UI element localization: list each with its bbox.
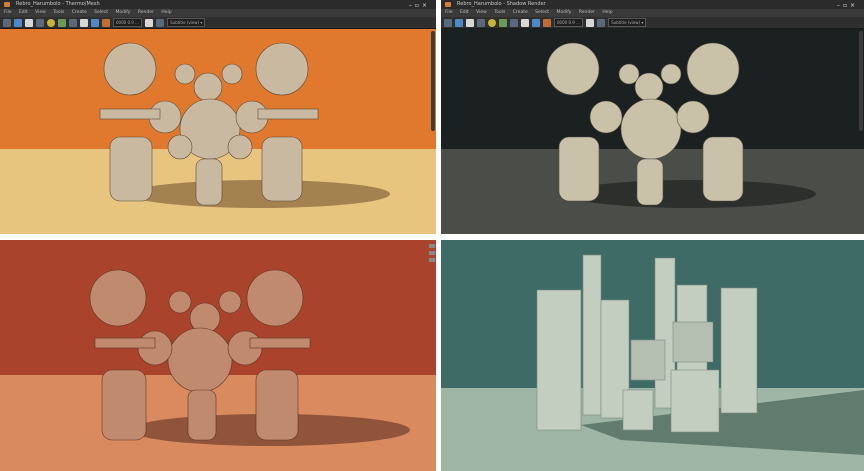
pin-icon[interactable] [429, 244, 435, 248]
menu-edit[interactable]: Edit [460, 10, 469, 15]
grid-icon[interactable] [586, 18, 595, 27]
camera-icon[interactable] [69, 18, 77, 27]
viewport-3d[interactable] [0, 29, 436, 234]
menu-render[interactable]: Render [138, 10, 154, 15]
rotate-tool-icon[interactable] [466, 18, 474, 27]
title-bar: Rebro_Harumbolo - Thermo/Mesh –▫× [0, 0, 436, 9]
menu-modify[interactable]: Modify [557, 10, 572, 15]
viewport-3d[interactable] [441, 240, 864, 471]
value-field[interactable]: 0000 0.9 … [113, 18, 143, 27]
menu-bar: File Edit View Tools Create Select Modif… [441, 9, 864, 17]
camera-icon[interactable] [510, 18, 518, 27]
view-dropdown[interactable]: Subtitle (view) ▾ [167, 18, 206, 27]
grid-icon[interactable] [145, 18, 154, 27]
menu-tools[interactable]: Tools [494, 10, 505, 15]
layer-icon[interactable] [156, 18, 165, 27]
menu-help[interactable]: Help [602, 10, 612, 15]
viewport-scrollbar[interactable] [859, 31, 863, 131]
menu-select[interactable]: Select [94, 10, 108, 15]
scale-tool-icon[interactable] [477, 18, 485, 27]
scene-red [0, 240, 436, 471]
layer-icon[interactable] [597, 18, 606, 27]
window-title: Rebro_Harumbolo - Thermo/Mesh [16, 1, 100, 7]
scene-teal [441, 240, 864, 471]
window-title: Rebro_Harumbolo - Shadow Render [457, 1, 546, 7]
render-icon[interactable] [521, 18, 529, 27]
app-icon [445, 2, 451, 7]
scene-orange [0, 29, 436, 234]
light-icon[interactable] [47, 18, 55, 27]
viewport-window-dark: Rebro_Harumbolo - Shadow Render –▫× File… [441, 0, 864, 234]
light-icon[interactable] [488, 18, 496, 27]
toolbar: 0000 0.9 … Subtitle (view) ▾ [441, 17, 864, 29]
menu-create[interactable]: Create [513, 10, 528, 15]
menu-bar: File Edit View Tools Create Select Modif… [0, 9, 436, 17]
title-bar: Rebro_Harumbolo - Shadow Render –▫× [441, 0, 864, 9]
menu-select[interactable]: Select [535, 10, 549, 15]
view-dropdown[interactable]: Subtitle (view) ▾ [608, 18, 647, 27]
menu-render[interactable]: Render [579, 10, 595, 15]
render-icon[interactable] [80, 18, 88, 27]
viewport-3d[interactable] [0, 240, 436, 471]
move-tool-icon[interactable] [455, 18, 463, 27]
mesh-icon[interactable] [91, 18, 99, 27]
select-tool-icon[interactable] [444, 18, 452, 27]
menu-tools[interactable]: Tools [53, 10, 64, 15]
menu-view[interactable]: View [476, 10, 487, 15]
scale-tool-icon[interactable] [36, 18, 44, 27]
menu-view[interactable]: View [35, 10, 46, 15]
pin-icon[interactable] [429, 258, 435, 262]
viewport-window-red [0, 240, 436, 471]
menu-create[interactable]: Create [72, 10, 87, 15]
side-tool-strip [429, 244, 435, 265]
menu-file[interactable]: File [4, 10, 12, 15]
value-field[interactable]: 0000 0.9 … [554, 18, 584, 27]
render-comparison-grid: Rebro_Harumbolo - Thermo/Mesh –▫× File E… [0, 0, 864, 471]
mesh-icon[interactable] [532, 18, 540, 27]
menu-help[interactable]: Help [161, 10, 171, 15]
pin-icon[interactable] [429, 251, 435, 255]
toolbar: 0000 0.9 … Subtitle (view) ▾ [0, 17, 436, 29]
scene-dark [441, 29, 864, 234]
viewport-scrollbar[interactable] [431, 31, 435, 131]
snap-icon[interactable] [102, 18, 110, 27]
viewport-3d[interactable] [441, 29, 864, 234]
viewport-window-orange: Rebro_Harumbolo - Thermo/Mesh –▫× File E… [0, 0, 436, 234]
material-icon[interactable] [58, 18, 66, 27]
menu-edit[interactable]: Edit [19, 10, 28, 15]
rotate-tool-icon[interactable] [25, 18, 33, 27]
menu-file[interactable]: File [445, 10, 453, 15]
material-icon[interactable] [499, 18, 507, 27]
viewport-window-teal [441, 240, 864, 471]
app-icon [4, 2, 10, 7]
menu-modify[interactable]: Modify [116, 10, 131, 15]
select-tool-icon[interactable] [3, 18, 11, 27]
move-tool-icon[interactable] [14, 18, 22, 27]
snap-icon[interactable] [543, 18, 551, 27]
